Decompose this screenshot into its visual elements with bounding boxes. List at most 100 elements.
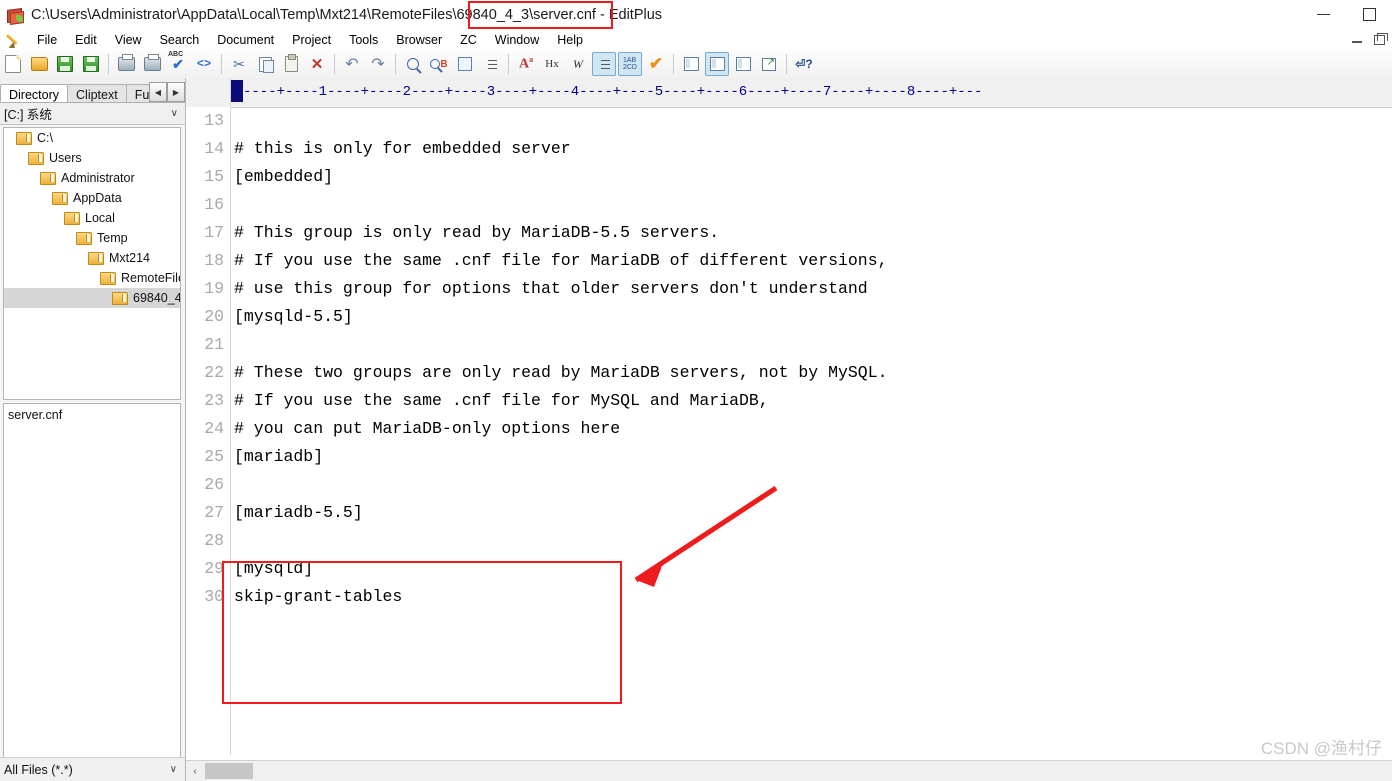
tab-prev-button[interactable]: ◀ bbox=[149, 82, 167, 102]
line-numbers-icon[interactable] bbox=[479, 52, 503, 76]
folder-icon bbox=[40, 171, 56, 185]
line-number: 23 bbox=[204, 391, 224, 410]
tree-item-administrator[interactable]: Administrator bbox=[4, 168, 180, 188]
folder-icon bbox=[52, 191, 68, 205]
window-controls bbox=[1300, 0, 1392, 29]
print-icon[interactable] bbox=[140, 52, 164, 76]
sidebar-tab-function[interactable]: Fur bbox=[125, 84, 150, 102]
mdi-minimize-button[interactable] bbox=[1346, 30, 1368, 49]
cut-icon[interactable]: ✂ bbox=[227, 52, 251, 76]
menu-item-project[interactable]: Project bbox=[283, 31, 340, 49]
ruler-number-5: 5 bbox=[654, 84, 664, 100]
code-line: # you can put MariaDB-only options here bbox=[234, 419, 621, 438]
scrollbar-thumb[interactable] bbox=[205, 763, 253, 779]
tree-item-label: RemoteFiles bbox=[121, 271, 180, 285]
tree-item-temp[interactable]: Temp bbox=[4, 228, 180, 248]
line-number: 29 bbox=[204, 559, 224, 578]
window-title: C:\Users\Administrator\AppData\Local\Tem… bbox=[31, 6, 663, 23]
tree-item-users[interactable]: Users bbox=[4, 148, 180, 168]
context-help-icon[interactable]: ⏎? bbox=[792, 52, 816, 76]
hex-view-icon[interactable]: Hx bbox=[540, 52, 564, 76]
minimize-button[interactable] bbox=[1300, 0, 1346, 29]
drive-selector-value: [C:] 系统 bbox=[4, 108, 52, 122]
horizontal-scrollbar[interactable]: ‹ bbox=[186, 760, 1392, 781]
ruler-number-2: 2 bbox=[402, 84, 412, 100]
line-number: 27 bbox=[204, 503, 224, 522]
document-selector-icon[interactable] bbox=[679, 52, 703, 76]
find-replace-icon[interactable]: B bbox=[427, 52, 451, 76]
delete-icon[interactable]: ✕ bbox=[305, 52, 329, 76]
directory-tree[interactable]: C:\ Users Administrator AppData Local Te… bbox=[3, 127, 181, 400]
line-number-gutter: 13 14 15 16 17 18 19 20 21 22 23 24 25 2… bbox=[186, 107, 231, 755]
menu-item-help[interactable]: Help bbox=[548, 31, 592, 49]
print-preview-icon[interactable] bbox=[114, 52, 138, 76]
ruler-number-8: 8 bbox=[906, 84, 916, 100]
checkmark-icon[interactable]: ✔ bbox=[644, 52, 668, 76]
external-browser-icon[interactable]: ↗ bbox=[757, 52, 781, 76]
menu-item-edit[interactable]: Edit bbox=[66, 31, 106, 49]
redo-icon[interactable]: ↷ bbox=[366, 52, 390, 76]
tree-item-69840-4-2[interactable]: 69840_4_2 bbox=[4, 288, 180, 308]
maximize-button[interactable] bbox=[1346, 0, 1392, 29]
line-number: 22 bbox=[204, 363, 224, 382]
tab-next-button[interactable]: ▶ bbox=[167, 82, 185, 102]
spell-check-icon[interactable]: ABC ✔ bbox=[166, 51, 190, 76]
split-view-icon[interactable] bbox=[705, 52, 729, 76]
line-number: 25 bbox=[204, 447, 224, 466]
file-list-item-server-cnf[interactable]: server.cnf bbox=[8, 406, 176, 424]
line-number: 19 bbox=[204, 279, 224, 298]
menu-item-window[interactable]: Window bbox=[486, 31, 548, 49]
preview-browser-icon[interactable] bbox=[731, 52, 755, 76]
mdi-restore-button[interactable] bbox=[1368, 30, 1390, 49]
font-icon[interactable]: Aa bbox=[514, 52, 538, 76]
tree-item-c-drive[interactable]: C:\ bbox=[4, 128, 180, 148]
tree-item-label: Users bbox=[49, 151, 82, 165]
new-file-icon[interactable]: ✦ bbox=[1, 52, 25, 76]
undo-icon[interactable]: ↶ bbox=[340, 52, 364, 76]
ruler-number-3: 3 bbox=[486, 84, 496, 100]
ruler-number-7: 7 bbox=[822, 84, 832, 100]
paste-icon[interactable] bbox=[279, 52, 303, 76]
toolbar-separator bbox=[108, 54, 109, 74]
tree-item-remotefiles[interactable]: RemoteFiles bbox=[4, 268, 180, 288]
view-source-icon[interactable]: <> bbox=[192, 52, 216, 76]
menu-item-view[interactable]: View bbox=[106, 31, 151, 49]
code-view[interactable]: 13 14 15 16 17 18 19 20 21 22 23 24 25 2… bbox=[186, 107, 1392, 755]
copy-icon[interactable] bbox=[253, 52, 277, 76]
menu-item-file[interactable]: File bbox=[28, 31, 66, 49]
watermark: CSDN @渔村仔 bbox=[1260, 739, 1382, 758]
line-number: 20 bbox=[204, 307, 224, 326]
tree-item-label: Mxt214 bbox=[109, 251, 150, 265]
save-all-icon[interactable] bbox=[79, 52, 103, 76]
scroll-left-button[interactable]: ‹ bbox=[186, 762, 204, 780]
sidebar-tab-cliptext[interactable]: Cliptext bbox=[67, 84, 127, 102]
menu-item-zc[interactable]: ZC bbox=[451, 31, 486, 49]
open-file-icon[interactable] bbox=[27, 52, 51, 76]
mdi-restore-icon bbox=[1373, 32, 1388, 45]
code-text[interactable]: # this is only for embedded server [embe… bbox=[234, 107, 1392, 755]
sort-icon[interactable]: 1AB 2CD bbox=[618, 52, 642, 76]
menu-item-document[interactable]: Document bbox=[208, 31, 283, 49]
folder-icon bbox=[16, 131, 32, 145]
save-icon[interactable] bbox=[53, 52, 77, 76]
sidebar-tab-directory[interactable]: Directory bbox=[0, 84, 69, 102]
word-wrap-icon[interactable]: W bbox=[566, 52, 590, 76]
menu-item-browser[interactable]: Browser bbox=[387, 31, 451, 49]
tree-item-appdata[interactable]: AppData bbox=[4, 188, 180, 208]
toolbar: ✦ ABC✔ <> ✂ ✕ ↶ ↷ B Aa Hx W 1AB2CD ✔ ↗ bbox=[0, 50, 1392, 79]
tree-item-mxt214[interactable]: Mxt214 bbox=[4, 248, 180, 268]
goto-icon[interactable] bbox=[453, 52, 477, 76]
tree-item-local[interactable]: Local bbox=[4, 208, 180, 228]
find-icon[interactable] bbox=[401, 52, 425, 76]
line-number: 21 bbox=[204, 335, 224, 354]
menu-item-tools[interactable]: Tools bbox=[340, 31, 387, 49]
code-line: [mariadb] bbox=[234, 447, 324, 466]
file-filter-selector[interactable]: All Files (*.*) ∨ bbox=[0, 757, 185, 781]
title-bar: C:\Users\Administrator\AppData\Local\Tem… bbox=[0, 0, 1392, 29]
indent-icon[interactable] bbox=[592, 52, 616, 76]
drive-selector[interactable]: [C:] 系统 ∨ bbox=[0, 103, 185, 125]
menu-item-search[interactable]: Search bbox=[151, 31, 209, 49]
file-list[interactable]: server.cnf bbox=[3, 403, 181, 781]
